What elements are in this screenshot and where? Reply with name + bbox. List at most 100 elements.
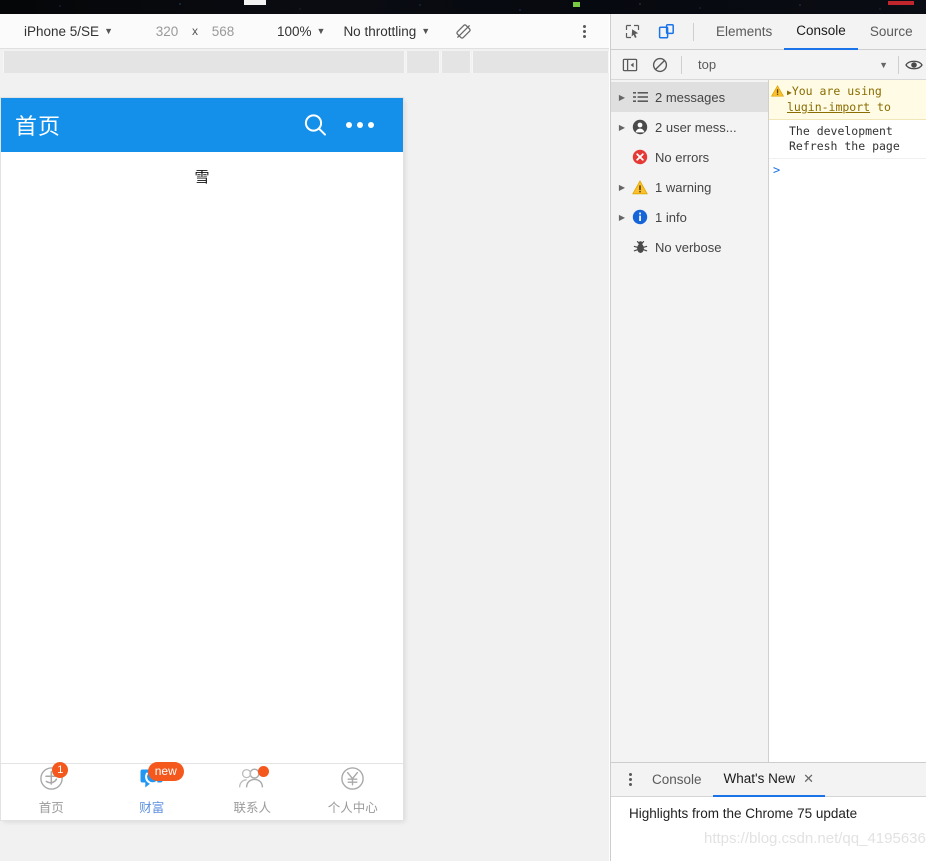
more-horizontal-icon[interactable] — [345, 111, 375, 139]
chevron-down-icon: ▼ — [421, 25, 431, 36]
device-toolbar-more-icon[interactable] — [575, 22, 593, 40]
verbose-bug-icon — [629, 240, 651, 255]
warning-icon — [629, 179, 651, 195]
expand-arrow-icon[interactable]: ▶ — [615, 183, 629, 192]
status-badge-dot — [258, 766, 270, 777]
live-expression-icon[interactable] — [901, 54, 926, 76]
sidebar-item-info-label: 1 info — [655, 209, 687, 225]
console-warning-text: ▶You are using lugin-import to — [787, 84, 891, 115]
console-plain-message[interactable]: The development Refresh the page — [769, 120, 926, 159]
device-preset-label: iPhone 5/SE — [24, 23, 100, 39]
app-header: 首页 — [1, 98, 403, 152]
expand-arrow-icon[interactable]: ▶ — [615, 93, 629, 102]
tab-home-icon-wrap: 1 — [31, 762, 71, 794]
console-prompt[interactable]: > — [769, 159, 926, 181]
warning-triangle-icon — [770, 84, 787, 115]
list-icon — [629, 91, 651, 104]
warning-line-2-post: to — [870, 100, 891, 114]
chevron-down-icon: ▼ — [316, 25, 326, 36]
tab-contacts[interactable]: 联系人 — [202, 764, 303, 820]
device-height-input[interactable]: 568 — [206, 24, 240, 39]
chevron-down-icon: ▼ — [104, 25, 113, 36]
console-warning-message[interactable]: ▶You are using lugin-import to — [769, 80, 926, 120]
tab-contacts-label: 联系人 — [233, 800, 271, 815]
tab-wealth[interactable]: new 财富 — [102, 762, 203, 820]
drawer-content: Highlights from the Chrome 75 update — [611, 797, 926, 821]
page-title: 首页 — [15, 115, 62, 140]
wallpaper-speck-white — [244, 0, 266, 5]
body-text: 雪 — [194, 168, 210, 186]
drawer-tab-whats-new-label: What's New — [723, 770, 796, 786]
device-ruler-bar — [0, 49, 609, 75]
devtools-tabstrip: Elements Console Source — [611, 14, 926, 50]
tab-profile[interactable]: 个人中心 — [303, 764, 404, 820]
clear-console-icon[interactable] — [647, 52, 673, 78]
device-toolbar-icon[interactable] — [653, 19, 679, 45]
watermark-text: https://blog.csdn.net/qq_41956361 — [704, 830, 926, 847]
device-zoom-select[interactable]: 100% ▼ — [277, 24, 325, 39]
tab-console[interactable]: Console — [784, 14, 858, 50]
status-badge: new — [147, 762, 184, 781]
bottom-tab-bar: 1 首页 new 财富 联系人 个人中心 — [1, 762, 404, 820]
dot — [582, 24, 586, 28]
sidebar-item-verbose-label: No verbose — [655, 239, 722, 255]
desktop-wallpaper-strip — [0, 0, 926, 14]
tab-home[interactable]: 1 首页 — [1, 762, 102, 820]
drawer-more-icon[interactable] — [619, 769, 641, 791]
rotate-device-icon[interactable] — [452, 20, 474, 42]
console-filter-bar: top ▼ — [611, 50, 926, 80]
console-plain-line-2: Refresh the page — [789, 139, 900, 153]
dot — [368, 122, 374, 128]
toolbar-divider — [693, 22, 694, 41]
sidebar-item-errors[interactable]: ▶ No errors — [611, 142, 768, 172]
expand-arrow-icon[interactable]: ▶ — [615, 213, 629, 222]
search-icon[interactable] — [301, 111, 329, 139]
device-zoom-label: 100% — [276, 23, 312, 39]
tab-wealth-icon-wrap: new — [132, 762, 184, 794]
info-icon — [629, 209, 651, 225]
sidebar-item-info[interactable]: ▶ 1 info — [611, 202, 768, 232]
device-emulation-pane: iPhone 5/SE ▼ 320 x 568 100% ▼ No thrott… — [0, 14, 609, 861]
drawer-tab-whats-new[interactable]: What's New ✕ — [712, 763, 826, 797]
device-preset-select[interactable]: iPhone 5/SE ▼ — [24, 24, 113, 39]
close-icon[interactable]: ✕ — [803, 763, 814, 795]
execution-context-select[interactable]: top ▼ — [698, 57, 898, 72]
network-throttle-select[interactable]: No throttling ▼ — [343, 24, 430, 39]
drawer-tab-console[interactable]: Console — [641, 764, 713, 796]
sidebar-item-verbose[interactable]: ▶ No verbose — [611, 232, 768, 262]
tab-profile-icon-wrap — [333, 767, 373, 794]
sidebar-item-messages[interactable]: ▶ 2 messages — [611, 82, 768, 112]
devtools-panel: Elements Console Source top ▼ ▶ 2 messag… — [610, 14, 926, 861]
tab-profile-label: 个人中心 — [327, 800, 378, 815]
ruler-segment — [471, 51, 609, 73]
show-console-sidebar-icon[interactable] — [617, 52, 643, 78]
console-message-list: ▶You are using lugin-import to The devel… — [769, 80, 926, 799]
sidebar-item-user-messages[interactable]: ▶ 2 user mess... — [611, 112, 768, 142]
sidebar-item-user-messages-label: 2 user mess... — [655, 119, 737, 135]
dot — [628, 778, 632, 781]
console-sidebar: ▶ 2 messages ▶ 2 user mess... No errors … — [611, 80, 769, 799]
sidebar-item-messages-label: 2 messages — [655, 89, 726, 105]
error-icon — [629, 149, 651, 165]
whats-new-headline: Highlights from the Chrome 75 update — [629, 806, 858, 821]
sidebar-item-warnings[interactable]: ▶ 1 warning — [611, 172, 768, 202]
device-width-input[interactable]: 320 — [150, 24, 184, 39]
dot — [628, 773, 632, 776]
tab-contacts-icon-wrap — [232, 766, 272, 794]
devtools-drawer: Console What's New ✕ Highlights from the… — [611, 762, 926, 861]
expand-arrow-icon[interactable]: ▶ — [615, 123, 629, 132]
tab-home-label: 首页 — [38, 800, 64, 815]
filterbar-divider — [681, 55, 682, 74]
warning-line-1: You are using — [791, 84, 882, 98]
dot — [582, 29, 586, 33]
dot — [357, 122, 363, 128]
inspect-cursor-icon[interactable] — [619, 19, 645, 45]
ruler-segment — [3, 51, 405, 73]
ruler-segment — [440, 51, 471, 73]
tab-sources[interactable]: Source — [858, 15, 925, 49]
console-plain-line-1: The development — [789, 124, 893, 138]
tab-elements[interactable]: Elements — [704, 15, 784, 49]
filterbar-divider-2 — [898, 55, 899, 74]
wallpaper-speck-green — [573, 2, 580, 7]
warning-link[interactable]: lugin-import — [787, 100, 870, 114]
